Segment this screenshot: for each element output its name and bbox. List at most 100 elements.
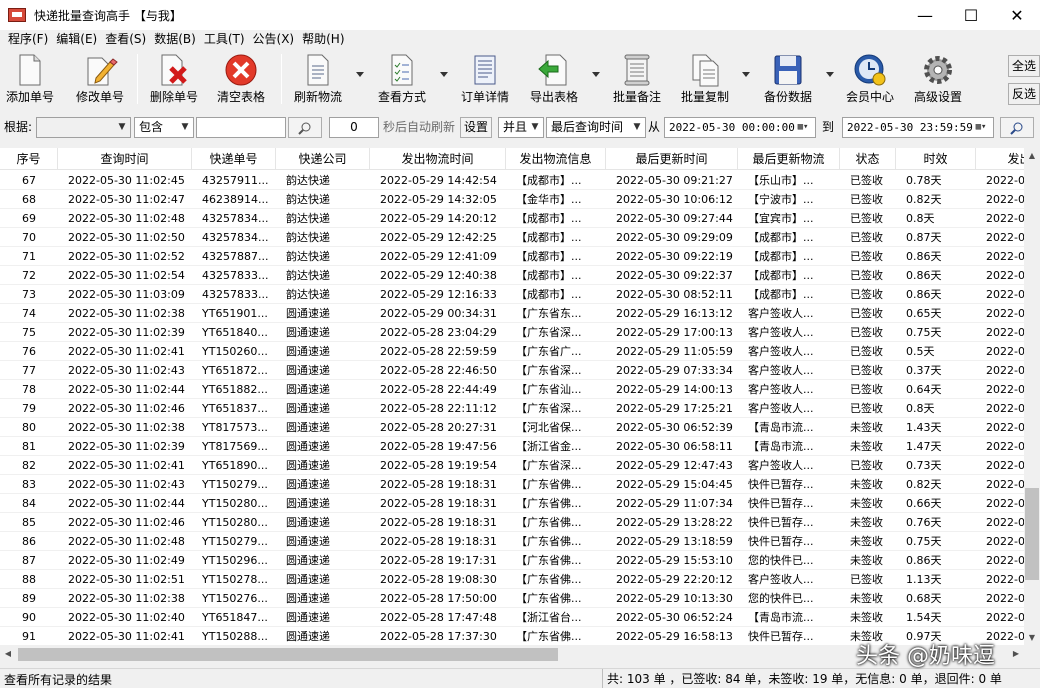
- scroll-left-icon[interactable]: ◀: [0, 646, 16, 662]
- close-button[interactable]: ✕: [994, 0, 1040, 30]
- cell-ship-time: 2022-05-29 14:32:05: [380, 193, 497, 206]
- table-row[interactable]: 78 2022-05-30 11:02:44 YT651882... 圆通速递 2022…: [0, 380, 1024, 399]
- column-header[interactable]: 状态: [840, 148, 896, 170]
- menu-tools[interactable]: 工具(T): [200, 30, 249, 49]
- refresh-logistics-button[interactable]: 刷新物流: [294, 52, 342, 106]
- maximize-button[interactable]: ☐: [948, 0, 994, 30]
- logic-select[interactable]: 并且 ▼: [498, 117, 544, 138]
- table-row[interactable]: 68 2022-05-30 11:02:47 46238914... 韵达快递 2022…: [0, 190, 1024, 209]
- column-header[interactable]: 查询时间: [58, 148, 192, 170]
- vertical-scrollbar[interactable]: ▲ ▼: [1024, 148, 1040, 646]
- table-row[interactable]: 89 2022-05-30 11:02:38 YT150276... 圆通速递 2022…: [0, 589, 1024, 608]
- column-header[interactable]: 快递公司: [276, 148, 370, 170]
- cell-duration: 0.8天: [906, 402, 935, 415]
- order-detail-button[interactable]: 订单详情: [461, 52, 509, 106]
- table-row[interactable]: 79 2022-05-30 11:02:46 YT651837... 圆通速递 2022…: [0, 399, 1024, 418]
- table-row[interactable]: 82 2022-05-30 11:02:41 YT651890... 圆通速递 2022…: [0, 456, 1024, 475]
- match-mode-select[interactable]: 包含 ▼: [134, 117, 194, 138]
- edit-number-label: 修改单号: [76, 90, 125, 104]
- to-datetime-picker[interactable]: 2022-05-30 23:59:59 ▦▾: [842, 117, 994, 138]
- table-row[interactable]: 76 2022-05-30 11:02:41 YT150260... 圆通速递 2022…: [0, 342, 1024, 361]
- menu-view[interactable]: 查看(S): [101, 30, 150, 49]
- view-mode-button[interactable]: 查看方式: [378, 52, 426, 106]
- table-row[interactable]: 90 2022-05-30 11:02:40 YT651847... 圆通速递 2022…: [0, 608, 1024, 627]
- column-header[interactable]: 发出日: [976, 148, 1024, 170]
- table-row[interactable]: 70 2022-05-30 11:02:50 43257834... 韵达快递 2022…: [0, 228, 1024, 247]
- clear-table-button[interactable]: 清空表格: [217, 52, 265, 106]
- cell-query-time: 2022-05-30 11:02:38: [68, 307, 185, 320]
- batch-copy-button[interactable]: 批量复制: [681, 52, 729, 106]
- table-row[interactable]: 77 2022-05-30 11:02:43 YT651872... 圆通速递 2022…: [0, 361, 1024, 380]
- search-button[interactable]: [1000, 117, 1034, 138]
- column-header[interactable]: 发出物流信息: [506, 148, 606, 170]
- export-table-button[interactable]: 导出表格: [530, 52, 578, 106]
- table-row[interactable]: 84 2022-05-30 11:02:44 YT150280... 圆通速递 2022…: [0, 494, 1024, 513]
- member-center-button[interactable]: 会员中心: [846, 52, 894, 106]
- select-all-button[interactable]: 全选: [1008, 55, 1040, 77]
- scroll-right-icon[interactable]: ▶: [1008, 646, 1024, 662]
- batch-note-button[interactable]: 批量备注: [613, 52, 661, 106]
- copy-dropdown-icon[interactable]: [742, 72, 750, 78]
- cell-ship-info: 【广东省深...: [516, 326, 582, 339]
- time-field-select[interactable]: 最后查询时间 ▼: [546, 117, 646, 138]
- view-dropdown-icon[interactable]: [440, 72, 448, 78]
- menu-program[interactable]: 程序(F): [4, 30, 52, 49]
- table-row[interactable]: 87 2022-05-30 11:02:49 YT150296... 圆通速递 2022…: [0, 551, 1024, 570]
- set-button[interactable]: 设置: [460, 117, 492, 138]
- export-dropdown-icon[interactable]: [592, 72, 600, 78]
- cell-duration: 0.5天: [906, 345, 935, 358]
- table-row[interactable]: 67 2022-05-30 11:02:45 43257911... 韵达快递 2022…: [0, 171, 1024, 190]
- refresh-dropdown-icon[interactable]: [356, 72, 364, 78]
- column-header[interactable]: 快递单号: [192, 148, 276, 170]
- invert-selection-button[interactable]: 反选: [1008, 83, 1040, 105]
- clear-cross-icon: [225, 54, 257, 86]
- table-row[interactable]: 85 2022-05-30 11:02:46 YT150280... 圆通速递 2022…: [0, 513, 1024, 532]
- column-header[interactable]: 发出物流时间: [370, 148, 506, 170]
- table-row[interactable]: 72 2022-05-30 11:02:54 43257833... 韵达快递 2022…: [0, 266, 1024, 285]
- cell-query-time: 2022-05-30 11:03:09: [68, 288, 185, 301]
- cell-row-number: 67: [22, 174, 36, 187]
- column-header[interactable]: 最后更新物流: [738, 148, 840, 170]
- table-row[interactable]: 73 2022-05-30 11:03:09 43257833... 韵达快递 2022…: [0, 285, 1024, 304]
- results-table[interactable]: 序号 查询时间 快递单号 快递公司 发出物流时间 发出物流信息 最后更新时间 最…: [0, 148, 1024, 646]
- menu-data[interactable]: 数据(B): [150, 30, 200, 49]
- scroll-up-icon[interactable]: ▲: [1024, 148, 1040, 164]
- horizontal-scroll-thumb[interactable]: [18, 648, 558, 661]
- cell-tracking-number: YT150279...: [202, 478, 268, 491]
- table-row[interactable]: 80 2022-05-30 11:02:38 YT817573... 圆通速递 2022…: [0, 418, 1024, 437]
- table-row[interactable]: 81 2022-05-30 11:02:39 YT817569... 圆通速递 2022…: [0, 437, 1024, 456]
- search-keyword-button[interactable]: [288, 117, 322, 138]
- table-row[interactable]: 75 2022-05-30 11:02:39 YT651840... 圆通速递 2022…: [0, 323, 1024, 342]
- column-header[interactable]: 时效: [896, 148, 976, 170]
- table-row[interactable]: 86 2022-05-30 11:02:48 YT150279... 圆通速递 2022…: [0, 532, 1024, 551]
- table-row[interactable]: 88 2022-05-30 11:02:51 YT150278... 圆通速递 2022…: [0, 570, 1024, 589]
- cell-ship-date: 2022-05: [986, 535, 1024, 548]
- refresh-seconds-input[interactable]: 0: [329, 117, 379, 138]
- table-row[interactable]: 83 2022-05-30 11:02:43 YT150279... 圆通速递 2022…: [0, 475, 1024, 494]
- table-row[interactable]: 71 2022-05-30 11:02:52 43257887... 韵达快递 2022…: [0, 247, 1024, 266]
- scroll-down-icon[interactable]: ▼: [1024, 630, 1040, 646]
- cell-last-update-info: 【成都市】...: [748, 250, 814, 263]
- column-header[interactable]: 序号: [0, 148, 58, 170]
- edit-number-button[interactable]: 修改单号: [76, 52, 124, 106]
- column-header[interactable]: 最后更新时间: [606, 148, 738, 170]
- advanced-settings-button[interactable]: 高级设置: [914, 52, 962, 106]
- menu-notice[interactable]: 公告(X): [249, 30, 299, 49]
- table-row[interactable]: 74 2022-05-30 11:02:38 YT651901... 圆通速递 2022…: [0, 304, 1024, 323]
- minimize-button[interactable]: —: [902, 0, 948, 30]
- menu-edit[interactable]: 编辑(E): [52, 30, 101, 49]
- table-row[interactable]: 69 2022-05-30 11:02:48 43257834... 韵达快递 2022…: [0, 209, 1024, 228]
- basis-select[interactable]: ▼: [36, 117, 131, 138]
- cell-row-number: 79: [22, 402, 36, 415]
- keyword-input[interactable]: [196, 117, 286, 138]
- backup-data-button[interactable]: 备份数据: [764, 52, 812, 106]
- menu-help[interactable]: 帮助(H): [298, 30, 348, 49]
- cell-ship-date: 2022-05: [986, 250, 1024, 263]
- add-number-button[interactable]: 添加单号: [6, 52, 54, 106]
- from-datetime-picker[interactable]: 2022-05-30 00:00:00 ▦▾: [664, 117, 816, 138]
- vertical-scroll-thumb[interactable]: [1025, 488, 1039, 580]
- cell-ship-info: 【广东省佛...: [516, 573, 582, 586]
- cell-ship-date: 2022-05: [986, 288, 1024, 301]
- backup-dropdown-icon[interactable]: [826, 72, 834, 78]
- delete-number-button[interactable]: 删除单号: [150, 52, 198, 106]
